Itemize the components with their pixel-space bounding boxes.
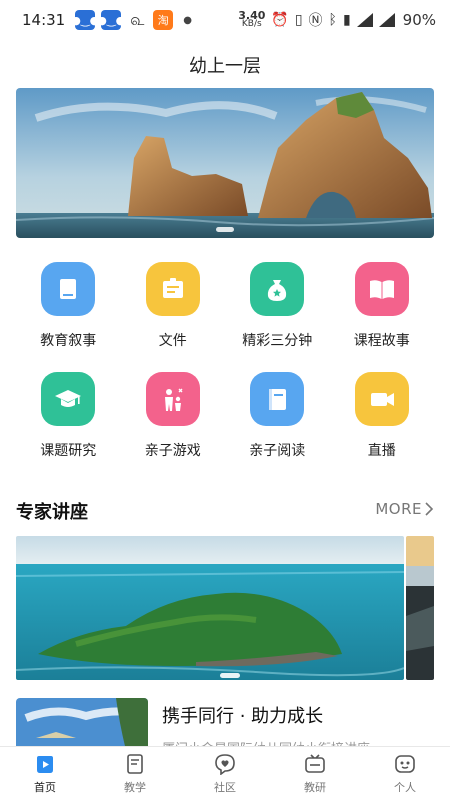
money-bag-icon <box>250 262 305 316</box>
grid-label: 文件 <box>158 333 187 349</box>
reading-book-icon <box>250 372 305 426</box>
phone-vibrate-icon: ▯ <box>294 12 303 28</box>
book-icon <box>41 262 96 316</box>
grid-label: 精彩三分钟 <box>242 333 313 349</box>
chevron-right-icon <box>425 502 434 516</box>
article-list-item[interactable]: 携手同行 · 助力成长 厦门小金星国际幼儿园幼小衔接讲座 <box>16 698 434 748</box>
grid-label: 教育叙事 <box>40 333 97 349</box>
video-camera-icon <box>354 372 409 426</box>
grid-item-live[interactable]: 直播 <box>330 372 435 460</box>
tab-label: 首页 <box>34 780 56 794</box>
grid-label: 课题研究 <box>40 443 97 459</box>
alarm-icon: ⏰ <box>271 12 289 28</box>
banner-carousel[interactable] <box>16 88 434 238</box>
lecture-carousel-item[interactable] <box>16 536 404 680</box>
lecture-next-image <box>406 536 434 680</box>
robot-face-icon <box>395 754 415 773</box>
section-title: 专家讲座 <box>16 502 88 523</box>
status-bar: 14:31 ●‿● ●‿● ௳ 淘 ● 3.40 KB/s ⏰ ▯ Ⓝ ᛒ ▮ … <box>0 0 450 40</box>
nfc-icon: Ⓝ <box>308 13 323 29</box>
tab-home[interactable]: 首页 <box>0 747 90 800</box>
tab-community[interactable]: 社区 <box>180 747 270 800</box>
page-title: 幼上一层 <box>189 56 261 77</box>
grid-item-files[interactable]: 文件 <box>121 262 226 350</box>
tv-icon <box>305 753 325 773</box>
graduation-cap-icon <box>41 372 96 426</box>
grid-item-course-stories[interactable]: 课程故事 <box>330 262 435 350</box>
file-icon <box>145 262 200 316</box>
grid-label: 亲子游戏 <box>144 443 201 459</box>
home-play-icon <box>37 755 53 773</box>
more-label: MORE <box>375 500 422 518</box>
tab-teaching[interactable]: 教学 <box>90 747 180 800</box>
tab-label: 教研 <box>304 780 326 794</box>
document-icon <box>127 753 143 774</box>
lecture-carousel-next[interactable] <box>406 536 434 680</box>
lecture-indicator-dot <box>220 673 240 678</box>
tab-research[interactable]: 教研 <box>270 747 360 800</box>
shopping-app-icon: 淘 <box>153 10 174 30</box>
banner-indicator-dot <box>216 227 234 232</box>
lecture-image <box>16 536 404 680</box>
grid-label: 直播 <box>367 443 396 459</box>
bluetooth-icon: ᛒ <box>328 12 337 28</box>
tab-label: 社区 <box>214 780 236 794</box>
grid-item-three-minutes[interactable]: 精彩三分钟 <box>225 262 330 350</box>
grid-item-parent-child-games[interactable]: 亲子游戏 <box>121 372 226 460</box>
article-thumbnail <box>16 698 148 748</box>
article-title: 携手同行 · 助力成长 <box>162 706 324 727</box>
notification-app-icon: ●‿● <box>71 10 99 30</box>
more-notifications-dot: ● <box>183 14 192 26</box>
banner-image <box>16 88 434 238</box>
battery-level: 90% <box>402 11 436 29</box>
tab-profile[interactable]: 个人 <box>360 747 450 800</box>
parent-child-icon <box>145 372 200 426</box>
bottom-tab-bar: 首页 教学 社区 教研 个人 <box>0 746 450 800</box>
vibrate-icon: ▮ <box>342 12 351 28</box>
status-time: 14:31 <box>22 11 66 29</box>
more-link[interactable]: MORE <box>375 500 434 518</box>
tab-label: 个人 <box>394 780 416 794</box>
heart-chat-icon <box>215 753 235 775</box>
network-speed: 3.40 KB/s <box>238 9 266 29</box>
cell-signal-icon <box>378 13 395 27</box>
grid-item-education-narrative[interactable]: 教育叙事 <box>16 262 121 350</box>
swirl-app-icon: ௳ <box>130 9 145 29</box>
grid-item-parent-child-reading[interactable]: 亲子阅读 <box>225 372 330 460</box>
grid-label: 亲子阅读 <box>249 443 306 459</box>
wifi-signal-icon <box>356 13 373 27</box>
banner-indicator <box>216 227 234 232</box>
open-book-icon <box>354 262 409 316</box>
feature-grid: 教育叙事 文件 精彩三分钟 课程故事 课题研究 亲子游戏 亲子阅读 直播 <box>16 262 434 460</box>
notification-app-icon-2: ●‿● <box>97 10 125 30</box>
tab-label: 教学 <box>124 780 146 794</box>
grid-item-research[interactable]: 课题研究 <box>16 372 121 460</box>
grid-label: 课程故事 <box>353 333 410 349</box>
